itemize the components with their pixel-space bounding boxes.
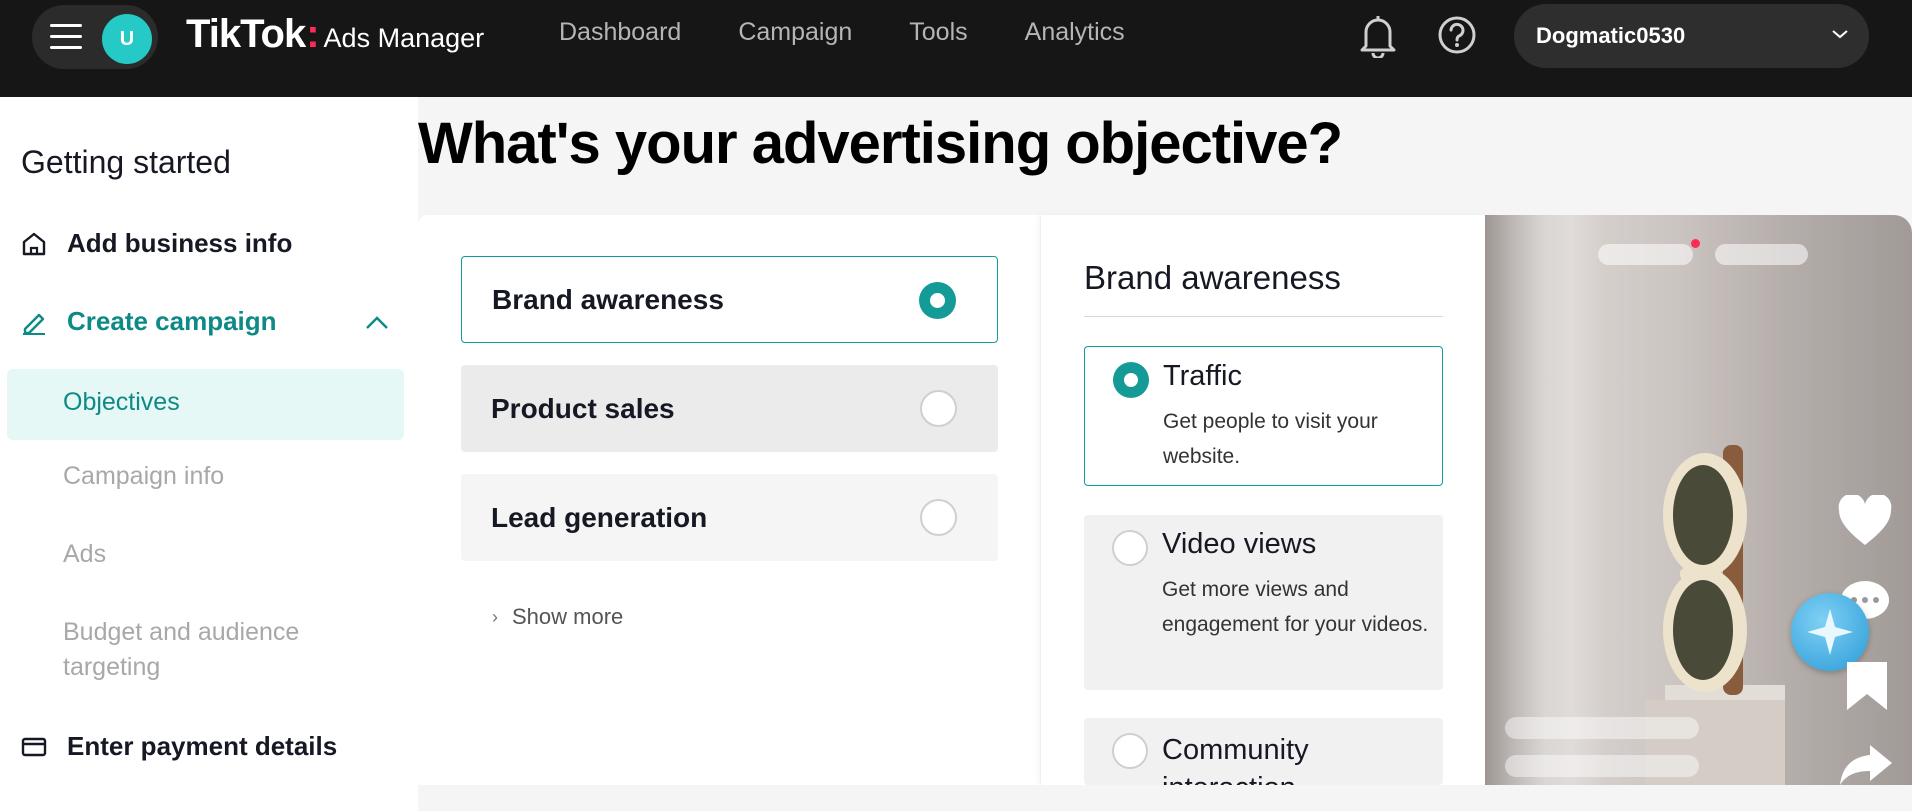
help-icon[interactable] [1437, 15, 1477, 55]
radio-selected[interactable] [1113, 362, 1149, 398]
option-title: Traffic [1163, 360, 1242, 392]
objective-brand-awareness[interactable]: Brand awareness [461, 256, 998, 343]
nav-tools[interactable]: Tools [909, 18, 967, 47]
sidebar-title: Getting started [21, 144, 231, 180]
preview-tab-pill [1598, 244, 1693, 265]
chevron-right-icon: › [492, 606, 498, 627]
objective-product-sales[interactable]: Product sales [461, 365, 998, 452]
radio-unselected[interactable] [920, 499, 957, 536]
share-icon [1840, 745, 1892, 785]
objective-label: Brand awareness [492, 283, 724, 315]
option-video-views[interactable]: Video views Get more views and engagemen… [1084, 515, 1443, 690]
card-icon [21, 734, 47, 760]
main-nav: Dashboard Campaign Tools Analytics [559, 18, 1125, 47]
option-traffic[interactable]: Traffic Get people to visit your website… [1084, 346, 1443, 486]
sunglasses-image [1663, 445, 1747, 695]
radio-unselected[interactable] [920, 390, 957, 427]
chevron-up-icon[interactable] [364, 315, 390, 331]
radio-unselected[interactable] [1112, 733, 1148, 769]
sidebar-step-payment-details[interactable]: Enter payment details [21, 731, 337, 762]
sidebar-item-budget-audience[interactable]: Budget and audience targeting [63, 615, 363, 685]
menu-icon[interactable] [50, 24, 82, 50]
sidebar: Getting started Add business info Create… [0, 97, 418, 811]
caption-placeholder [1505, 717, 1699, 739]
heart-icon [1838, 495, 1892, 545]
glow [1485, 215, 1605, 785]
radio-unselected[interactable] [1112, 530, 1148, 566]
objective-label: Product sales [491, 392, 675, 424]
sidebar-item-ads[interactable]: Ads [63, 537, 106, 572]
radio-selected[interactable] [919, 282, 956, 319]
sidebar-step-label: Enter payment details [67, 731, 338, 761]
sidebar-item-objectives[interactable]: Objectives [63, 388, 180, 417]
option-title: Video views [1162, 528, 1317, 560]
objective-lead-generation[interactable]: Lead generation [461, 474, 998, 561]
logo-product: Ads Manager [323, 23, 485, 53]
bookmark-icon [1847, 662, 1887, 710]
objective-label: Lead generation [491, 501, 708, 533]
sidebar-item-campaign-info[interactable]: Campaign info [63, 459, 224, 494]
tiktok-ads-logo[interactable]: TikTok : Ads Manager [186, 12, 484, 57]
sidebar-step-label: Create campaign [67, 306, 277, 336]
page-title: What's your advertising objective? [418, 111, 1343, 176]
bottom-strip [418, 785, 1912, 811]
nav-campaign[interactable]: Campaign [738, 18, 852, 47]
nav-analytics[interactable]: Analytics [1025, 18, 1125, 47]
account-name: Dogmatic0530 [1536, 23, 1686, 48]
divider [1084, 316, 1443, 317]
caption-placeholder [1505, 755, 1699, 777]
sidebar-step-add-business-info[interactable]: Add business info [21, 228, 292, 259]
menu-avatar-pill[interactable]: U [32, 5, 158, 69]
avatar[interactable]: U [102, 14, 152, 64]
logo-colon-icon: : [306, 12, 320, 56]
show-more-button[interactable]: › Show more [492, 604, 623, 630]
option-description: Get people to visit your website. [1163, 410, 1378, 468]
preview-tab-pill [1715, 244, 1808, 265]
chevron-down-icon [1832, 30, 1848, 39]
nav-dashboard[interactable]: Dashboard [559, 18, 681, 47]
logo-brand: TikTok [186, 12, 306, 56]
home-icon [21, 231, 47, 257]
detail-title: Brand awareness [1084, 259, 1341, 296]
sidebar-step-create-campaign[interactable]: Create campaign [21, 306, 277, 337]
live-dot-icon [1691, 239, 1700, 248]
option-description: Get more views and engagement for your v… [1162, 578, 1429, 636]
pencil-icon [21, 309, 47, 335]
option-community-interaction[interactable]: Community interaction [1084, 718, 1443, 785]
account-switcher[interactable]: Dogmatic0530 [1514, 4, 1869, 68]
ad-preview [1485, 215, 1912, 785]
objective-detail-panel [1041, 215, 1485, 785]
show-more-label: Show more [512, 604, 624, 629]
option-title: Community interaction [1162, 734, 1309, 785]
bell-icon[interactable] [1358, 14, 1398, 58]
top-bar: U TikTok : Ads Manager Dashboard Campaig… [0, 0, 1912, 97]
sidebar-step-label: Add business info [67, 228, 293, 258]
